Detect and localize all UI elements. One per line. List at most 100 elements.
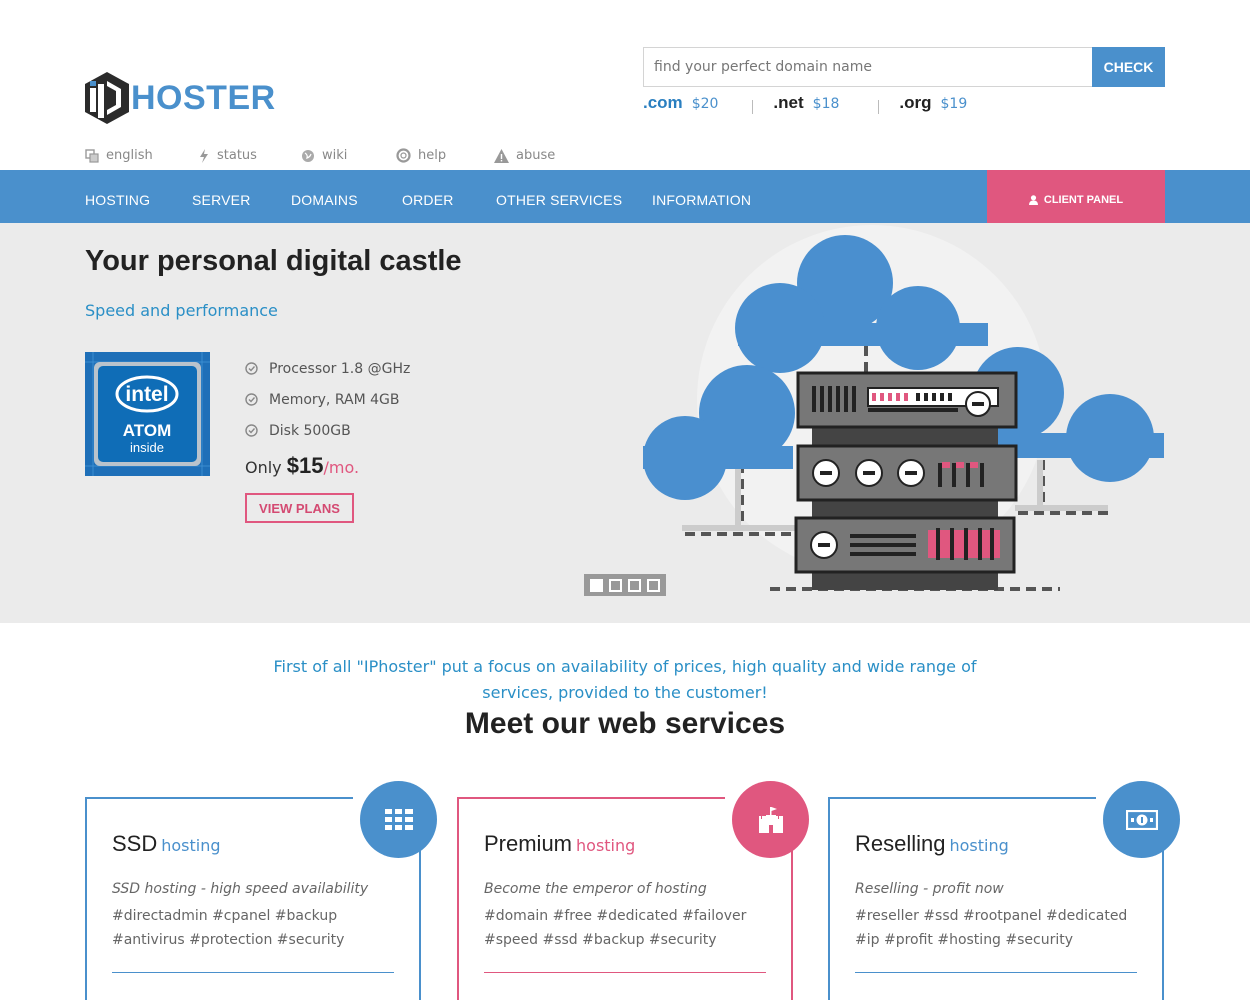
card-title: SSD hosting [112,831,221,857]
price-amount: $15 [286,453,324,478]
util-status[interactable]: status [198,148,301,163]
spec-item: Memory, RAM 4GB [245,384,410,415]
main-nav: HOSTING SERVER DOMAINS ORDER OTHER SERVI… [0,170,1250,223]
card-title-main: SSD [112,831,158,856]
client-panel-label: CLIENT PANEL [1043,193,1124,206]
tld-price: $20 [691,96,719,112]
tld-name: .net [773,93,804,112]
nav-hosting[interactable]: HOSTING [85,170,150,223]
card-description: Reselling - profit now [855,881,1004,897]
hero-price: Only $15/mo. [245,453,359,479]
card-title-main: Reselling [855,831,946,856]
spec-text: Memory, RAM 4GB [269,391,400,408]
card-border [85,797,353,799]
client-panel-button[interactable]: CLIENT PANEL [987,170,1165,223]
domain-search-input[interactable] [643,47,1092,87]
card-title: Premium hosting [484,831,635,857]
hero-title: Your personal digital castle [85,245,462,277]
util-english[interactable]: english [85,148,198,163]
chip-tag: inside [130,440,164,455]
util-label: status [217,148,257,163]
spec-text: Disk 500GB [269,422,351,439]
tld-org[interactable]: .org $19 [899,93,967,113]
grid-icon [384,808,413,830]
tld-price: $18 [812,96,840,112]
logo-text: HOSTER [131,78,276,117]
nav-order[interactable]: ORDER [402,170,454,223]
util-wiki[interactable]: wiki [301,148,396,163]
card-icon-badge [732,781,809,858]
card-border [457,797,725,799]
service-card-ssd[interactable]: SSD hosting SSD hosting - high speed ava… [85,781,437,1000]
warning-icon [494,148,509,163]
slider-dot[interactable] [647,578,660,592]
price-period: /mo. [323,458,360,477]
translate-icon [85,148,99,163]
service-card-premium[interactable]: Premium hosting Become the emperor of ho… [457,781,809,1000]
card-title-main: Premium [484,831,573,856]
slider-dot[interactable] [628,578,641,592]
divider [878,100,880,114]
card-title: Reselling hosting [855,831,1009,857]
nav-other-services[interactable]: OTHER SERVICES [496,170,622,223]
util-abuse[interactable]: abuse [494,148,555,163]
check-button[interactable]: CHECK [1092,47,1165,87]
domain-search: CHECK [643,47,1165,87]
card-tags: #directadmin #cpanel #backup #antivirus … [112,908,345,948]
utility-nav: english status wiki help abuse [85,148,555,163]
tld-price: $19 [940,96,968,112]
castle-icon [758,806,783,833]
check-circle-icon [245,393,258,406]
logo[interactable]: HOSTER [85,72,276,124]
card-tags: #reseller #ssd #rootpanel #dedicated #ip… [855,908,1128,948]
nav-server[interactable]: SERVER [192,170,251,223]
card-icon-badge [1103,781,1180,858]
spec-text: Processor 1.8 @GHz [269,360,411,377]
hero-subtitle: Speed and performance [85,301,278,320]
nav-information[interactable]: INFORMATION [652,170,751,223]
chip-model: ATOM [123,421,171,440]
tld-name: .org [899,93,932,112]
chip-brand: intel [125,383,168,406]
bolt-icon [200,148,208,163]
card-border [828,797,1096,799]
tld-prices: .com $20 .net $18 .org $19 [643,92,967,114]
view-plans-button[interactable]: VIEW PLANS [245,493,354,523]
card-icon-badge [360,781,437,858]
nav-domains[interactable]: DOMAINS [291,170,358,223]
hero-slider: Your personal digital castle Speed and p… [0,223,1250,623]
divider [752,100,754,114]
spec-item: Disk 500GB [245,415,410,446]
section-title: Meet our web services [464,707,786,740]
slider-pagination [584,574,666,596]
util-label: english [106,148,153,163]
card-title-sub: hosting [949,836,1009,855]
card-description: SSD hosting - high speed availability [112,881,369,897]
slider-dot[interactable] [609,578,622,592]
check-circle-icon [245,362,258,375]
card-title-sub: hosting [161,836,221,855]
slider-dot[interactable] [590,578,603,592]
price-prefix: Only [245,458,282,477]
user-icon [1028,194,1038,205]
card-title-sub: hosting [576,836,636,855]
tld-net[interactable]: .net $18 [773,93,839,113]
spec-item: Processor 1.8 @GHz [245,353,410,384]
spec-list: Processor 1.8 @GHz Memory, RAM 4GB Disk … [245,353,410,446]
check-circle-icon [245,424,258,437]
util-help[interactable]: help [396,148,494,163]
card-divider [855,972,1137,973]
service-card-reselling[interactable]: Reselling hosting Reselling - profit now… [828,781,1180,1000]
logo-mark-icon [85,72,129,124]
server-cloud-illustration [643,235,1164,591]
card-description: Become the emperor of hosting [484,881,707,897]
tld-com[interactable]: .com $20 [643,93,718,113]
globe-icon [302,149,314,162]
util-label: abuse [516,148,556,163]
util-label: help [418,148,447,163]
util-label: wiki [322,148,348,163]
lifebuoy-icon [396,148,411,163]
card-tags: #domain #free #dedicated #failover #spee… [484,908,747,948]
intro-text: First of all "IPhoster" put a focus on a… [273,657,977,702]
card-divider [484,972,766,973]
